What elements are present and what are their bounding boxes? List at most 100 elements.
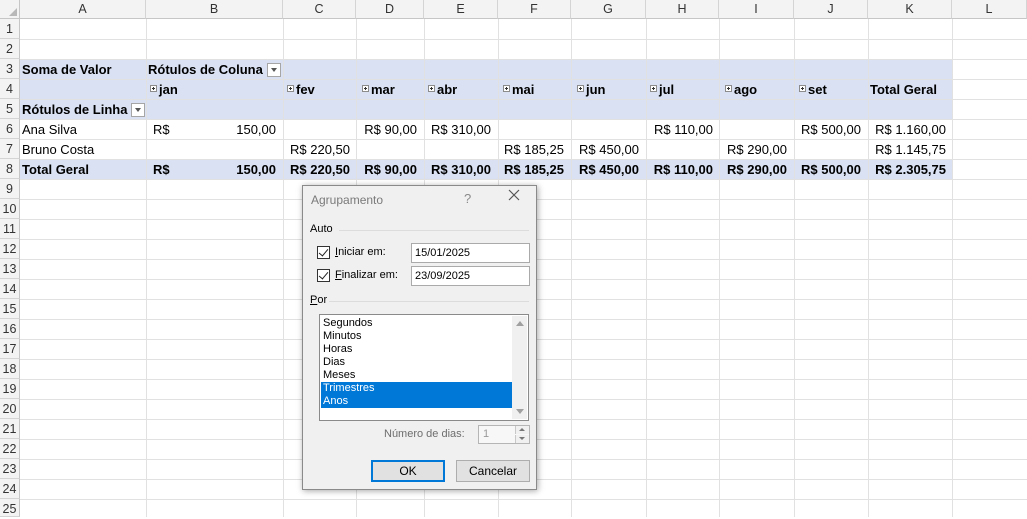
row-header[interactable]: 3: [0, 59, 20, 79]
expand-icon[interactable]: [362, 85, 369, 93]
total-cell[interactable]: R$ 450,00: [571, 160, 639, 180]
pivot-values-label[interactable]: Soma de Valor: [22, 60, 112, 80]
spin-down-icon[interactable]: [515, 435, 529, 443]
row-header[interactable]: 5: [0, 99, 20, 119]
value-cell[interactable]: R$ 110,00: [646, 120, 713, 140]
total-cell[interactable]: R$ 110,00: [646, 160, 713, 180]
column-header-b[interactable]: B: [146, 0, 283, 19]
row-header[interactable]: 13: [0, 259, 20, 279]
value-cell[interactable]: R$ 1.145,75: [868, 140, 946, 160]
row-header[interactable]: 17: [0, 339, 20, 359]
month-header-jun[interactable]: jun: [577, 80, 606, 100]
column-header-k[interactable]: K: [868, 0, 952, 19]
row-header[interactable]: 24: [0, 479, 20, 499]
row-header[interactable]: 20: [0, 399, 20, 419]
value-cell[interactable]: R$ 220,50: [283, 140, 350, 160]
list-item[interactable]: Minutos: [321, 330, 512, 343]
row-label-ana[interactable]: Ana Silva: [22, 120, 77, 140]
listbox-scrollbar[interactable]: [512, 316, 527, 419]
row-filter-dropdown-icon[interactable]: [131, 102, 146, 117]
expand-icon[interactable]: [650, 85, 657, 93]
row-header[interactable]: 11: [0, 219, 20, 239]
start-checkbox[interactable]: [317, 246, 330, 259]
scroll-up-icon[interactable]: [516, 321, 524, 326]
value-cell[interactable]: 150,00: [146, 120, 276, 140]
list-item-selected[interactable]: Anos: [321, 395, 512, 408]
value-cell[interactable]: R$ 185,25: [498, 140, 564, 160]
column-header-c[interactable]: C: [283, 0, 356, 19]
row-header[interactable]: 8: [0, 159, 20, 179]
close-icon[interactable]: [506, 189, 522, 205]
row-header[interactable]: 4: [0, 79, 20, 99]
group-by-listbox[interactable]: Segundos Minutos Horas Dias Meses Trimes…: [319, 314, 529, 421]
end-date-input[interactable]: 23/09/2025: [411, 266, 530, 286]
cancel-button[interactable]: Cancelar: [456, 460, 530, 482]
value-cell[interactable]: R$ 310,00: [424, 120, 491, 140]
total-cell[interactable]: R$ 500,00: [794, 160, 861, 180]
column-header-a[interactable]: A: [20, 0, 146, 19]
row-header[interactable]: 25: [0, 499, 20, 517]
spin-up-icon[interactable]: [515, 426, 529, 434]
total-cell[interactable]: 150,00: [146, 160, 276, 180]
column-filter-dropdown-icon[interactable]: [266, 62, 281, 77]
row-header[interactable]: 19: [0, 379, 20, 399]
row-header[interactable]: 6: [0, 119, 20, 139]
row-header[interactable]: 12: [0, 239, 20, 259]
pivot-column-labels-cell[interactable]: Rótulos de Coluna: [148, 60, 281, 80]
month-header-ago[interactable]: ago: [725, 80, 757, 100]
value-cell[interactable]: R$ 1.160,00: [868, 120, 946, 140]
row-header[interactable]: 15: [0, 299, 20, 319]
month-header-fev[interactable]: fev: [287, 80, 315, 100]
column-header-l[interactable]: L: [952, 0, 1027, 19]
pivot-row-labels-cell[interactable]: Rótulos de Linha: [22, 100, 146, 120]
ok-button[interactable]: OK: [371, 460, 445, 482]
row-header[interactable]: 14: [0, 279, 20, 299]
expand-icon[interactable]: [428, 85, 435, 93]
total-cell[interactable]: R$ 90,00: [356, 160, 417, 180]
value-cell[interactable]: R$ 90,00: [356, 120, 417, 140]
month-header-mar[interactable]: mar: [362, 80, 395, 100]
column-header-f[interactable]: F: [498, 0, 571, 19]
row-header[interactable]: 2: [0, 39, 20, 59]
expand-icon[interactable]: [287, 85, 294, 93]
row-header[interactable]: 1: [0, 19, 20, 39]
column-header-d[interactable]: D: [356, 0, 424, 19]
end-checkbox[interactable]: [317, 269, 330, 282]
help-icon[interactable]: ?: [464, 191, 471, 206]
list-item[interactable]: Dias: [321, 356, 512, 369]
row-header[interactable]: 9: [0, 179, 20, 199]
value-cell[interactable]: R$ 450,00: [571, 140, 639, 160]
month-header-mai[interactable]: mai: [503, 80, 534, 100]
column-header-h[interactable]: H: [646, 0, 719, 19]
select-all-corner[interactable]: [0, 0, 20, 19]
total-cell[interactable]: R$ 220,50: [283, 160, 350, 180]
expand-icon[interactable]: [150, 85, 157, 93]
month-header-set[interactable]: set: [799, 80, 827, 100]
start-date-input[interactable]: 15/01/2025: [411, 243, 530, 263]
value-cell[interactable]: R$ 290,00: [719, 140, 787, 160]
expand-icon[interactable]: [577, 85, 584, 93]
column-header-g[interactable]: G: [571, 0, 646, 19]
month-header-abr[interactable]: abr: [428, 80, 457, 100]
row-header[interactable]: 23: [0, 459, 20, 479]
days-spinner[interactable]: 1: [478, 425, 530, 444]
row-label-bruno[interactable]: Bruno Costa: [22, 140, 94, 160]
list-item[interactable]: Meses: [321, 369, 512, 382]
expand-icon[interactable]: [725, 85, 732, 93]
total-cell[interactable]: R$ 310,00: [424, 160, 491, 180]
list-item[interactable]: Segundos: [321, 317, 512, 330]
month-header-jul[interactable]: jul: [650, 80, 674, 100]
row-header[interactable]: 10: [0, 199, 20, 219]
row-header[interactable]: 22: [0, 439, 20, 459]
list-item[interactable]: Horas: [321, 343, 512, 356]
row-header[interactable]: 7: [0, 139, 20, 159]
expand-icon[interactable]: [503, 85, 510, 93]
month-header-jan[interactable]: jan: [150, 80, 178, 100]
grand-total-header[interactable]: Total Geral: [870, 80, 937, 100]
row-header[interactable]: 18: [0, 359, 20, 379]
total-cell[interactable]: R$ 185,25: [498, 160, 564, 180]
total-cell[interactable]: R$ 2.305,75: [868, 160, 946, 180]
list-item-selected[interactable]: Trimestres: [321, 382, 512, 395]
row-header[interactable]: 21: [0, 419, 20, 439]
total-cell[interactable]: R$ 290,00: [719, 160, 787, 180]
